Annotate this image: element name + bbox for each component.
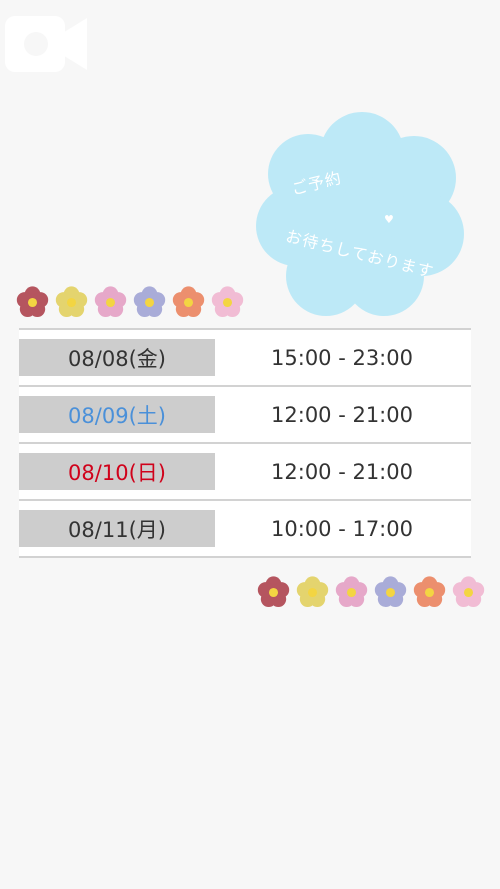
flower-icon xyxy=(335,576,368,608)
flower-icon xyxy=(133,286,166,318)
schedule-date: 08/11(月) xyxy=(19,510,215,547)
schedule-date: 08/08(金) xyxy=(19,339,215,376)
reservation-cloud-badge: ご予約 ♥ お待ちしております xyxy=(256,108,468,320)
schedule-row: 08/11(月) 10:00 - 17:00 xyxy=(19,501,471,558)
schedule-time: 12:00 - 21:00 xyxy=(271,459,413,484)
schedule-time: 15:00 - 23:00 xyxy=(271,345,413,370)
flower-icon xyxy=(16,286,49,318)
flower-icon xyxy=(94,286,127,318)
flower-icon xyxy=(55,286,88,318)
flower-icon xyxy=(296,576,329,608)
flower-row-top xyxy=(16,286,244,319)
schedule-row: 08/10(日) 12:00 - 21:00 xyxy=(19,444,471,501)
schedule-row: 08/09(土) 12:00 - 21:00 xyxy=(19,387,471,444)
heart-icon: ♥ xyxy=(384,213,394,226)
flower-icon xyxy=(452,576,485,608)
flower-icon xyxy=(211,286,244,318)
schedule-date: 08/09(土) xyxy=(19,396,215,433)
flower-row-bottom xyxy=(257,576,485,609)
flower-icon xyxy=(257,576,290,608)
cloud-text-line2: お待ちしております xyxy=(283,226,436,282)
schedule-table: 08/08(金) 15:00 - 23:00 08/09(土) 12:00 - … xyxy=(19,328,471,558)
flower-icon xyxy=(374,576,407,608)
video-camera-icon[interactable] xyxy=(5,14,87,74)
cloud-text-line1: ご予約 xyxy=(289,167,344,199)
schedule-time: 10:00 - 17:00 xyxy=(271,516,413,541)
schedule-row: 08/08(金) 15:00 - 23:00 xyxy=(19,330,471,387)
flower-icon xyxy=(413,576,446,608)
flower-icon xyxy=(172,286,205,318)
schedule-date: 08/10(日) xyxy=(19,453,215,490)
schedule-time: 12:00 - 21:00 xyxy=(271,402,413,427)
